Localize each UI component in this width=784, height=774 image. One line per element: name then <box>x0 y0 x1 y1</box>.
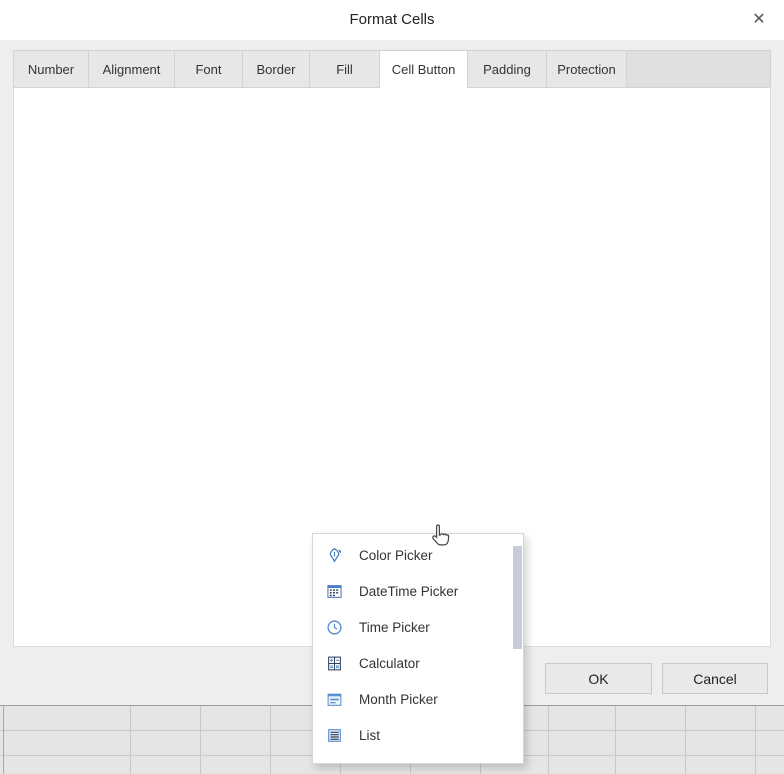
tab-strip: Number Alignment Font Border Fill Cell B… <box>13 50 771 88</box>
cancel-button[interactable]: Cancel <box>662 663 768 694</box>
tab-font[interactable]: Font <box>174 50 243 88</box>
dialog-title: Format Cells <box>0 0 784 40</box>
grid-column-line <box>200 706 201 774</box>
dialog-titlebar: Format Cells ✕ <box>0 0 784 40</box>
calculator-icon <box>326 655 343 672</box>
dropdown-item-slider[interactable]: Slider <box>313 753 523 764</box>
close-icon[interactable]: ✕ <box>746 8 772 32</box>
dropdown-item-month-picker[interactable]: Month Picker <box>313 681 523 717</box>
month-picker-icon <box>326 691 343 708</box>
dropdown-item-label: DateTime Picker <box>359 584 458 599</box>
tab-border[interactable]: Border <box>242 50 310 88</box>
grid-column-line <box>548 706 549 774</box>
list-icon <box>326 727 343 744</box>
color-picker-icon <box>326 547 343 564</box>
ok-button[interactable]: OK <box>545 663 652 694</box>
tab-strip-filler <box>626 50 771 88</box>
tab-padding[interactable]: Padding <box>467 50 547 88</box>
dropdown-item-list[interactable]: List <box>313 717 523 753</box>
grid-column-line <box>270 706 271 774</box>
tab-protection[interactable]: Protection <box>546 50 627 88</box>
grid-column-line <box>755 706 756 774</box>
slider-icon <box>326 763 343 765</box>
tab-fill[interactable]: Fill <box>309 50 380 88</box>
grid-column-line <box>3 706 4 774</box>
popup-scrollbar-thumb[interactable] <box>513 546 522 649</box>
dropdown-item-color-picker[interactable]: Color Picker <box>313 537 523 573</box>
dropdown-item-label: Time Picker <box>359 620 430 635</box>
dropdown-item-datetime-picker[interactable]: DateTime Picker <box>313 573 523 609</box>
dropdown-item-calculator[interactable]: Calculator <box>313 645 523 681</box>
datetime-picker-icon <box>326 583 343 600</box>
dropdown-item-label: Color Picker <box>359 548 433 563</box>
grid-column-line <box>615 706 616 774</box>
dropdown-item-label: Calculator <box>359 656 420 671</box>
dropdown-item-label: List <box>359 728 380 743</box>
command-dropdown-popup: Color Picker DateTime Picker Time Picker <box>312 533 524 764</box>
grid-column-line <box>685 706 686 774</box>
dropdown-item-label: Slider <box>359 764 394 765</box>
time-picker-icon <box>326 619 343 636</box>
tab-cell-button[interactable]: Cell Button <box>379 50 468 89</box>
grid-column-line <box>130 706 131 774</box>
format-cells-dialog: Format Cells ✕ Number Alignment Font Bor… <box>0 0 784 774</box>
hand-cursor-icon <box>429 523 453 551</box>
dropdown-item-time-picker[interactable]: Time Picker <box>313 609 523 645</box>
tab-number[interactable]: Number <box>13 50 89 88</box>
tab-alignment[interactable]: Alignment <box>88 50 175 88</box>
dropdown-item-label: Month Picker <box>359 692 438 707</box>
